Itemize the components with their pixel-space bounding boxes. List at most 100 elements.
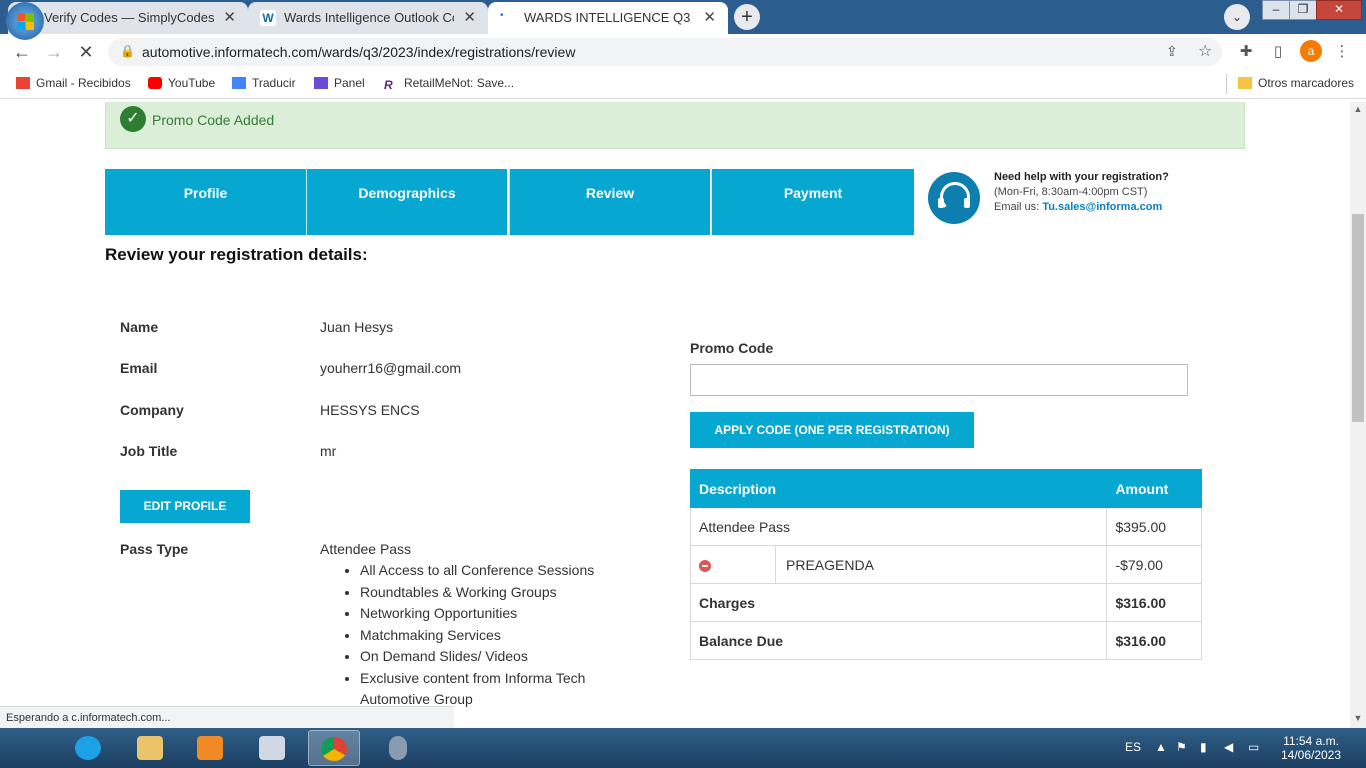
loading-icon: • [500, 10, 504, 21]
tab-title: WARDS INTELLIGENCE Q3 OUTLOO [524, 10, 694, 25]
company-label: Company [120, 402, 184, 418]
chrome-icon [321, 737, 347, 761]
list-item: Matchmaking Services [360, 625, 620, 647]
bookmark-retailmenot[interactable]: R RetailMeNot: Save... [384, 76, 514, 92]
taskbar-ie[interactable] [62, 730, 114, 766]
remove-cell [690, 545, 776, 584]
browser-toolbar: ← → ✕ 🔒 automotive.informatech.com/wards… [0, 34, 1366, 70]
stop-loading-button[interactable]: ✕ [74, 40, 98, 64]
maximize-button[interactable]: ❐ [1289, 0, 1317, 20]
wards-icon: W [260, 10, 276, 26]
language-indicator[interactable]: ES [1125, 740, 1141, 754]
profile-avatar[interactable]: a [1300, 40, 1322, 62]
bookmarks-divider [1226, 74, 1227, 94]
job-title-value: mr [320, 443, 337, 459]
window-close-button[interactable]: ✕ [1316, 0, 1362, 20]
tab-wards-q3[interactable]: • WARDS INTELLIGENCE Q3 OUTLOO ✕ [488, 2, 728, 34]
bookmark-traducir[interactable]: Traducir [232, 76, 296, 92]
scroll-up-icon[interactable]: ▲ [1350, 104, 1366, 118]
name-label: Name [120, 319, 159, 335]
description-header: Description [689, 469, 1108, 508]
step-review[interactable]: Review [509, 169, 710, 235]
minimize-button[interactable]: – [1262, 0, 1290, 20]
battery-icon[interactable]: ▭ [1248, 740, 1259, 754]
bookmark-label: Traducir [252, 76, 296, 90]
apply-code-button[interactable]: APPLY CODE (ONE PER REGISTRATION) [690, 412, 974, 448]
keyboard-icon [259, 736, 285, 760]
start-button[interactable] [6, 2, 44, 40]
taskbar-media-player[interactable] [184, 730, 236, 766]
charges-label: Charges [689, 583, 1108, 622]
close-icon[interactable]: ✕ [463, 8, 476, 26]
taskbar-mouse[interactable] [372, 730, 424, 766]
step-profile[interactable]: Profile [105, 169, 306, 235]
bookmark-label: RetailMeNot: Save... [404, 76, 515, 90]
address-bar[interactable]: 🔒 automotive.informatech.com/wards/q3/20… [108, 38, 1222, 66]
other-bookmarks[interactable]: Otros marcadores [1238, 76, 1354, 92]
tab-simplycodes[interactable]: Verify Codes — SimplyCodes ✕ [8, 2, 248, 34]
close-icon[interactable]: ✕ [703, 8, 716, 26]
bookmark-gmail[interactable]: Gmail - Recibidos [16, 76, 131, 92]
pass-type-label: Pass Type [120, 541, 189, 557]
taskbar-keyboard[interactable] [246, 730, 298, 766]
table-header-row: Description Amount [689, 469, 1202, 508]
step-payment[interactable]: Payment [711, 169, 914, 235]
new-tab-button[interactable]: + [734, 4, 760, 30]
email-label: Email [120, 360, 158, 376]
star-icon[interactable]: ☆ [1198, 41, 1212, 61]
taskbar-chrome[interactable] [308, 730, 360, 766]
taskbar-explorer[interactable] [124, 730, 176, 766]
forward-button[interactable]: → [42, 40, 66, 64]
translate-icon [232, 77, 246, 89]
signal-icon[interactable]: ▮ [1200, 740, 1207, 754]
discount-description: PREAGENDA [774, 545, 1108, 584]
tab-title: Verify Codes — SimplyCodes [44, 10, 214, 25]
panel-icon [314, 77, 328, 89]
share-icon[interactable]: ⇪ [1166, 43, 1178, 60]
bookmark-youtube[interactable]: YouTube [148, 76, 215, 92]
table-row: Balance Due $316.00 [689, 621, 1202, 660]
bookmark-label: YouTube [168, 76, 216, 90]
step-demographics[interactable]: Demographics [306, 169, 507, 235]
extensions-icon[interactable]: ✚ [1236, 42, 1256, 62]
tab-wards-outlook[interactable]: W Wards Intelligence Outlook Conf ✕ [248, 2, 488, 34]
back-button[interactable]: ← [10, 40, 34, 64]
scroll-down-icon[interactable]: ▼ [1350, 713, 1366, 727]
status-bubble: Esperando a c.informatech.com... [0, 706, 454, 728]
promo-code-label: Promo Code [690, 340, 774, 356]
promo-code-input[interactable] [690, 364, 1188, 396]
mouse-icon [389, 736, 407, 760]
help-title: Need help with your registration? [994, 171, 1169, 183]
edit-profile-button[interactable]: EDIT PROFILE [120, 490, 250, 523]
name-value: Juan Hesys [320, 319, 394, 335]
pass-amount: $395.00 [1106, 507, 1202, 546]
close-icon[interactable]: ✕ [223, 8, 236, 26]
volume-icon[interactable]: ◀ [1224, 740, 1233, 754]
folder-icon [137, 736, 163, 760]
youtube-icon [148, 77, 162, 89]
check-icon: ✓ [120, 106, 146, 132]
system-clock[interactable]: 11:54 a.m. 14/06/2023 [1276, 734, 1346, 762]
charges-table: Description Amount Attendee Pass $395.00… [689, 469, 1202, 660]
tab-search-button[interactable]: ⌄ [1224, 4, 1250, 30]
balance-due-label: Balance Due [689, 621, 1108, 660]
email-value: youherr16@gmail.com [320, 360, 462, 376]
discount-amount: -$79.00 [1106, 545, 1202, 584]
bookmark-panel[interactable]: Panel [314, 76, 365, 92]
remove-promo-icon[interactable] [699, 559, 711, 572]
media-player-icon [197, 736, 223, 760]
chevron-up-icon[interactable]: ▲ [1155, 740, 1167, 754]
list-item: On Demand Slides/ Videos [360, 646, 620, 668]
side-panel-icon[interactable]: ▯ [1268, 42, 1288, 62]
table-row: Attendee Pass $395.00 [689, 507, 1202, 546]
lock-icon[interactable]: 🔒 [120, 44, 135, 58]
menu-icon[interactable]: ⋮ [1332, 42, 1352, 62]
gmail-icon [16, 77, 30, 89]
help-email-link[interactable]: Tu.sales@informa.com [1042, 201, 1162, 213]
page-content: ✓ Promo Code Added Profile Demographics … [0, 102, 1350, 728]
scrollbar-thumb[interactable] [1352, 214, 1364, 422]
url-text[interactable]: automotive.informatech.com/wards/q3/2023… [142, 44, 575, 60]
balance-due-amount: $316.00 [1106, 621, 1202, 660]
flag-icon[interactable]: ⚑ [1176, 740, 1187, 754]
table-row: PREAGENDA -$79.00 [690, 545, 1202, 584]
